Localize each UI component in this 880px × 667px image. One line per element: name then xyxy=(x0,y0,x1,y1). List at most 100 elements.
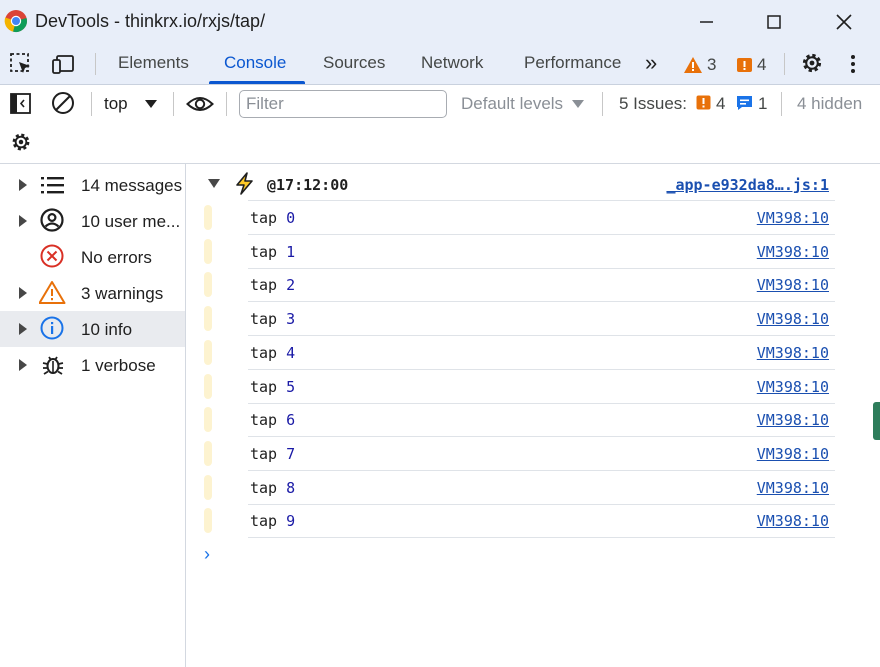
clear-icon xyxy=(51,91,77,117)
group-indent-marker xyxy=(204,306,212,331)
live-expression-button[interactable] xyxy=(186,92,214,116)
gear-icon xyxy=(799,50,825,76)
sidebar-item-user-messages[interactable]: 10 user me... xyxy=(0,203,185,239)
device-toolbar-button[interactable] xyxy=(51,52,77,76)
console-message-row[interactable]: tap 2VM398:10 xyxy=(248,268,835,302)
message-label: tap xyxy=(250,378,277,396)
inspect-element-button[interactable] xyxy=(9,52,33,76)
message-number: 7 xyxy=(286,445,295,463)
log-levels-dropdown[interactable]: Default levels xyxy=(461,94,591,118)
console-message-row[interactable]: tap 4 VM398:10 xyxy=(248,336,835,370)
issues-warning-count: 4 xyxy=(716,94,725,114)
message-text: tap 0 xyxy=(250,209,295,227)
user-icon xyxy=(40,208,66,234)
tab-divider xyxy=(95,53,96,75)
message-source-link[interactable]: VM398:10 xyxy=(757,209,829,227)
message-text: tap 7 xyxy=(250,445,295,463)
more-tabs-button[interactable]: » xyxy=(645,50,657,76)
message-source-link[interactable]: VM398:10 xyxy=(757,378,829,396)
tab-elements[interactable]: Elements xyxy=(118,53,189,73)
group-indent-marker xyxy=(204,374,212,399)
active-tab-indicator xyxy=(209,81,305,84)
sidebar-item-verbose[interactable]: 1 verbose xyxy=(0,347,185,383)
message-source-link[interactable]: VM398:10 xyxy=(757,243,829,261)
console-settings-button[interactable] xyxy=(9,130,33,154)
sidebar-item-messages[interactable]: 14 messages xyxy=(0,167,185,203)
collapse-arrow-icon xyxy=(208,179,220,189)
warnings-counter[interactable]: 3 xyxy=(683,53,729,77)
message-label: tap xyxy=(250,512,277,530)
list-icon xyxy=(40,174,66,196)
message-text: tap 8 xyxy=(250,479,295,497)
console-message-row[interactable]: tap 5 VM398:10 xyxy=(248,370,835,404)
sidebar-toggle-button[interactable] xyxy=(9,92,33,116)
issue-info-icon xyxy=(736,95,754,111)
settings-button[interactable] xyxy=(799,50,825,76)
message-source-link[interactable]: VM398:10 xyxy=(757,344,829,362)
message-text: tap 1 xyxy=(250,243,295,261)
maximize-icon xyxy=(754,6,794,38)
sidebar-panel-icon xyxy=(9,92,33,116)
message-label: tap xyxy=(250,344,277,362)
issues-button[interactable]: 5 Issues: 4 1 xyxy=(619,94,775,116)
scroll-indicator xyxy=(873,402,880,440)
expand-arrow-icon xyxy=(19,323,27,335)
message-number: 8 xyxy=(286,479,295,497)
message-number: 3 xyxy=(286,310,295,328)
message-text: tap 4 xyxy=(250,344,295,362)
expand-arrow-icon xyxy=(19,215,27,227)
message-number: 5 xyxy=(286,378,295,396)
group-source-link[interactable]: _app-e932da8….js:1 xyxy=(666,176,829,194)
clear-console-button[interactable] xyxy=(51,91,77,117)
console-message-row[interactable]: tap 9 VM398:10 xyxy=(248,504,835,538)
group-indent-marker xyxy=(204,441,212,466)
sidebar-item-errors[interactable]: No errors xyxy=(0,239,185,275)
errors-counter[interactable]: 4 xyxy=(736,53,782,77)
maximize-button[interactable] xyxy=(754,6,794,38)
console-prompt[interactable]: › xyxy=(204,544,210,565)
close-button[interactable] xyxy=(823,6,863,38)
message-source-link[interactable]: VM398:10 xyxy=(757,310,829,328)
message-source-link[interactable]: VM398:10 xyxy=(757,512,829,530)
console-message-row[interactable]: tap 6 VM398:10 xyxy=(248,403,835,437)
console-message-row[interactable]: tap 7 VM398:10 xyxy=(248,437,835,471)
message-label: tap xyxy=(250,209,277,227)
warnings-count: 3 xyxy=(707,55,716,75)
console-message-row[interactable]: tap 0 VM398:10 xyxy=(248,201,835,235)
context-selector[interactable]: top xyxy=(104,92,162,116)
sidebar-item-info[interactable]: 10 info xyxy=(0,311,185,347)
sidebar-item-warnings[interactable]: 3 warnings xyxy=(0,275,185,311)
message-text: tap 9 xyxy=(250,512,295,530)
console-message-row[interactable]: tap 1 VM398:10 xyxy=(248,235,835,269)
more-options-button[interactable] xyxy=(846,52,860,76)
message-source-link[interactable]: VM398:10 xyxy=(757,276,829,294)
console-message-row[interactable]: tap 3VM398:10 xyxy=(248,302,835,336)
group-indent-marker xyxy=(204,340,212,365)
issues-label: 5 Issues: xyxy=(619,94,687,113)
message-label: tap xyxy=(250,243,277,261)
tab-console[interactable]: Console xyxy=(224,53,286,73)
issues-info-count: 1 xyxy=(758,94,767,114)
device-icon xyxy=(51,52,77,76)
error-icon xyxy=(40,244,66,270)
message-number: 6 xyxy=(286,411,295,429)
console-group-header[interactable]: @17:12:00 _app-e932da8….js:1 xyxy=(200,168,840,200)
message-source-link[interactable]: VM398:10 xyxy=(757,479,829,497)
message-source-link[interactable]: VM398:10 xyxy=(757,411,829,429)
group-indent-marker xyxy=(204,205,212,230)
toolbar-divider xyxy=(173,92,174,116)
filter-placeholder: Filter xyxy=(246,94,284,114)
group-indent-marker xyxy=(204,508,212,533)
message-source-link[interactable]: VM398:10 xyxy=(757,445,829,463)
tab-sources[interactable]: Sources xyxy=(323,53,385,73)
levels-label: Default levels xyxy=(461,94,563,113)
eye-icon xyxy=(186,92,214,116)
group-label: @17:12:00 xyxy=(267,176,348,194)
tab-performance[interactable]: Performance xyxy=(524,53,621,73)
tab-network[interactable]: Network xyxy=(421,53,483,73)
message-text: tap 6 xyxy=(250,411,295,429)
console-message-row[interactable]: tap 8 VM398:10 xyxy=(248,471,835,505)
sidebar-item-label: 3 warnings xyxy=(81,284,183,304)
window-title: DevTools - thinkrx.io/rxjs/tap/ xyxy=(35,11,265,32)
minimize-button[interactable] xyxy=(686,6,726,38)
